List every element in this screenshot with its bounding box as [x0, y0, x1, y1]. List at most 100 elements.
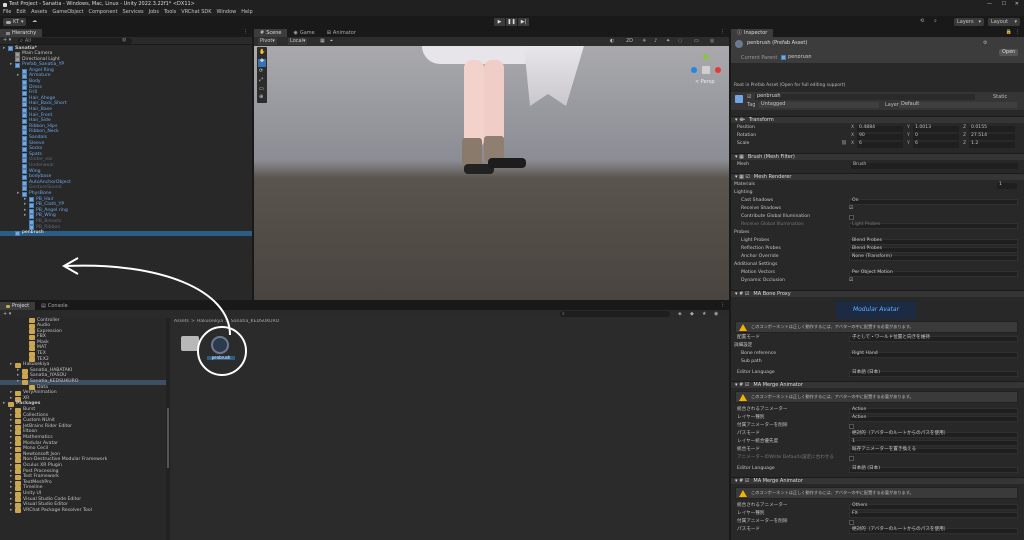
- rotation-y[interactable]: 0: [913, 133, 959, 140]
- breadcrumb-current[interactable]: Sanatia_KEDSUKURO: [231, 319, 279, 325]
- merge2-delete-checkbox[interactable]: [849, 520, 854, 525]
- materials-row[interactable]: Materials 1: [731, 182, 1024, 189]
- rotation-z[interactable]: 27.514: [969, 133, 1015, 140]
- panel-menu-icon[interactable]: ⋮: [243, 30, 248, 35]
- position-x[interactable]: 0.4884: [857, 125, 903, 132]
- tab-inspector[interactable]: ⓘ Inspector: [731, 29, 774, 37]
- camera-icon[interactable]: ▭: [694, 39, 699, 44]
- menu-tools[interactable]: Tools: [164, 10, 176, 15]
- pivot-dropdown[interactable]: Pivot ▾: [258, 38, 277, 45]
- merge1-layer-dropdown[interactable]: Action: [849, 415, 1018, 422]
- rotation-x[interactable]: 90: [857, 133, 903, 140]
- merge2-animator-field[interactable]: Others: [849, 503, 1018, 510]
- effects-icon[interactable]: ✦: [666, 39, 670, 44]
- rotate-tool-icon[interactable]: ⟳: [259, 69, 263, 74]
- merge1-animator-field[interactable]: Action: [849, 407, 1018, 414]
- project-tree-scrollbar[interactable]: [166, 318, 170, 540]
- tab-game[interactable]: ◉ Game: [287, 29, 320, 37]
- grid-icon[interactable]: ▦: [320, 39, 325, 44]
- lighting-icon[interactable]: ☀: [642, 39, 646, 44]
- menu-window[interactable]: Window: [217, 10, 237, 15]
- static-label[interactable]: Static: [993, 95, 1007, 100]
- rect-tool-icon[interactable]: ▭: [259, 87, 264, 92]
- maximize-button[interactable]: ☐: [1002, 2, 1006, 7]
- snap-icon[interactable]: ⌖: [330, 39, 333, 44]
- merge1-delete-checkbox[interactable]: [849, 424, 854, 429]
- cast-shadows-dropdown[interactable]: On: [849, 198, 1018, 205]
- hand-tool-icon[interactable]: ✋: [259, 50, 265, 55]
- favorites-icon[interactable]: ★: [702, 311, 706, 317]
- reflection-probes-dropdown[interactable]: Blend Probes: [849, 246, 1018, 253]
- project-search-input[interactable]: ⌕: [560, 311, 670, 317]
- transform-tool-icon[interactable]: ⊕: [259, 95, 263, 100]
- probes-row[interactable]: Probes: [731, 230, 1024, 237]
- tab-console[interactable]: ▤ Console: [35, 302, 74, 310]
- mesh-filter-header[interactable]: ▾ ▦ Brush (Mesh Filter): [731, 153, 1024, 160]
- anchor-override-field[interactable]: None (Transform): [849, 254, 1018, 261]
- audio-icon[interactable]: ♪: [654, 39, 657, 44]
- merge1-merge-mode-dropdown[interactable]: 既存アニメーターを置き換える: [849, 447, 1018, 454]
- close-button[interactable]: ✕: [1015, 2, 1019, 7]
- local-dropdown[interactable]: Local ▾: [288, 38, 308, 45]
- menu-component[interactable]: Component: [89, 10, 118, 15]
- menu-gameobject[interactable]: GameObject: [52, 10, 83, 15]
- breadcrumb-assets[interactable]: Assets: [174, 319, 189, 325]
- scale-tool-icon[interactable]: ⤢: [259, 78, 263, 83]
- minimize-button[interactable]: —: [987, 2, 992, 7]
- gizmo-center[interactable]: [702, 66, 710, 74]
- hidden-packages-icon[interactable]: ◉: [714, 311, 718, 317]
- gizmo-z-axis[interactable]: [691, 67, 697, 73]
- orientation-gizmo[interactable]: < Persp: [689, 54, 723, 88]
- scale-y[interactable]: 6: [913, 141, 959, 148]
- position-z[interactable]: 0.0155: [969, 125, 1015, 132]
- motion-vectors-dropdown[interactable]: Per Object Motion: [849, 270, 1018, 277]
- merge1-path-dropdown[interactable]: 絶対的（アバターのルートからのパスを使用）: [849, 431, 1018, 438]
- merge1-priority-field[interactable]: 1: [849, 439, 1018, 446]
- lighting-row[interactable]: Lighting: [731, 190, 1024, 197]
- tab-animator[interactable]: ⊞ Animator: [321, 29, 362, 37]
- mesh-field[interactable]: Brush: [851, 162, 1018, 169]
- mesh-renderer-header[interactable]: ▾ ▦ ☑ Mesh Renderer: [731, 173, 1024, 180]
- bone-reference-dropdown[interactable]: Right Hand: [849, 351, 1018, 358]
- dynamic-occlusion-checkbox[interactable]: ☑: [849, 279, 853, 284]
- add-button[interactable]: + ▾: [3, 38, 11, 43]
- merge-animator-1-header[interactable]: ▾ # ☑ MA Merge Animator: [731, 381, 1024, 388]
- search-icon[interactable]: ⌕: [934, 19, 937, 24]
- hierarchy-search-input[interactable]: ⌕ All: [18, 38, 132, 44]
- panel-menu-icon[interactable]: ⋮: [1015, 30, 1020, 35]
- active-toggle[interactable]: ☑: [747, 95, 751, 100]
- step-button[interactable]: ▶|: [518, 18, 529, 26]
- receive-shadows-checkbox[interactable]: ☑: [849, 207, 853, 212]
- transform-header[interactable]: ▾ ⟴ Transform: [731, 116, 1024, 123]
- tab-scene[interactable]: # Scene: [254, 29, 288, 37]
- menu-assets[interactable]: Assets: [31, 10, 47, 15]
- history-icon[interactable]: ⟲: [920, 19, 924, 24]
- filter-label-icon[interactable]: ◆: [690, 311, 694, 317]
- menu-jobs[interactable]: Jobs: [149, 10, 159, 15]
- merge2-layer-dropdown[interactable]: FX: [849, 511, 1018, 518]
- account-dropdown[interactable]: KT ▾: [3, 18, 27, 26]
- play-button[interactable]: ▶: [494, 18, 505, 26]
- tab-hierarchy[interactable]: Hierarchy: [0, 29, 43, 37]
- bone-proxy-language-dropdown[interactable]: 日本語 (日本): [849, 370, 1018, 377]
- merge2-path-dropdown[interactable]: 絶対的（アバターのルートからのパスを使用）: [849, 527, 1018, 534]
- additional-settings-row[interactable]: Additional Settings: [731, 262, 1024, 269]
- position-y[interactable]: 1.0013: [913, 125, 959, 132]
- filter-type-icon[interactable]: ◈: [678, 311, 682, 317]
- contribute-gi-checkbox[interactable]: [849, 215, 854, 220]
- bone-proxy-header[interactable]: ▾ # ☑ MA Bone Proxy: [731, 290, 1024, 297]
- 2d-toggle-button[interactable]: 2D: [626, 39, 633, 44]
- tab-project[interactable]: Project: [0, 302, 36, 310]
- menu-vrchat-sdk[interactable]: VRChat SDK: [181, 10, 211, 15]
- layers-dropdown[interactable]: Layers ▾: [954, 18, 984, 26]
- draw-mode-icon[interactable]: ◐: [610, 39, 614, 44]
- placement-mode-dropdown[interactable]: 子として・ワールド位置と向きを維持: [849, 335, 1018, 342]
- gizmos-icon[interactable]: ◎: [710, 39, 714, 44]
- details-row[interactable]: 詳細設定: [731, 343, 1024, 350]
- name-field[interactable]: penbrush: [755, 94, 975, 100]
- move-tool-icon[interactable]: ✥: [258, 59, 266, 67]
- hidden-objects-icon[interactable]: ◌: [678, 39, 682, 44]
- scene-visibility-icon[interactable]: ◍: [122, 38, 126, 43]
- layout-dropdown[interactable]: Layout ▾: [988, 18, 1020, 26]
- project-add-button[interactable]: + ▾: [3, 311, 11, 317]
